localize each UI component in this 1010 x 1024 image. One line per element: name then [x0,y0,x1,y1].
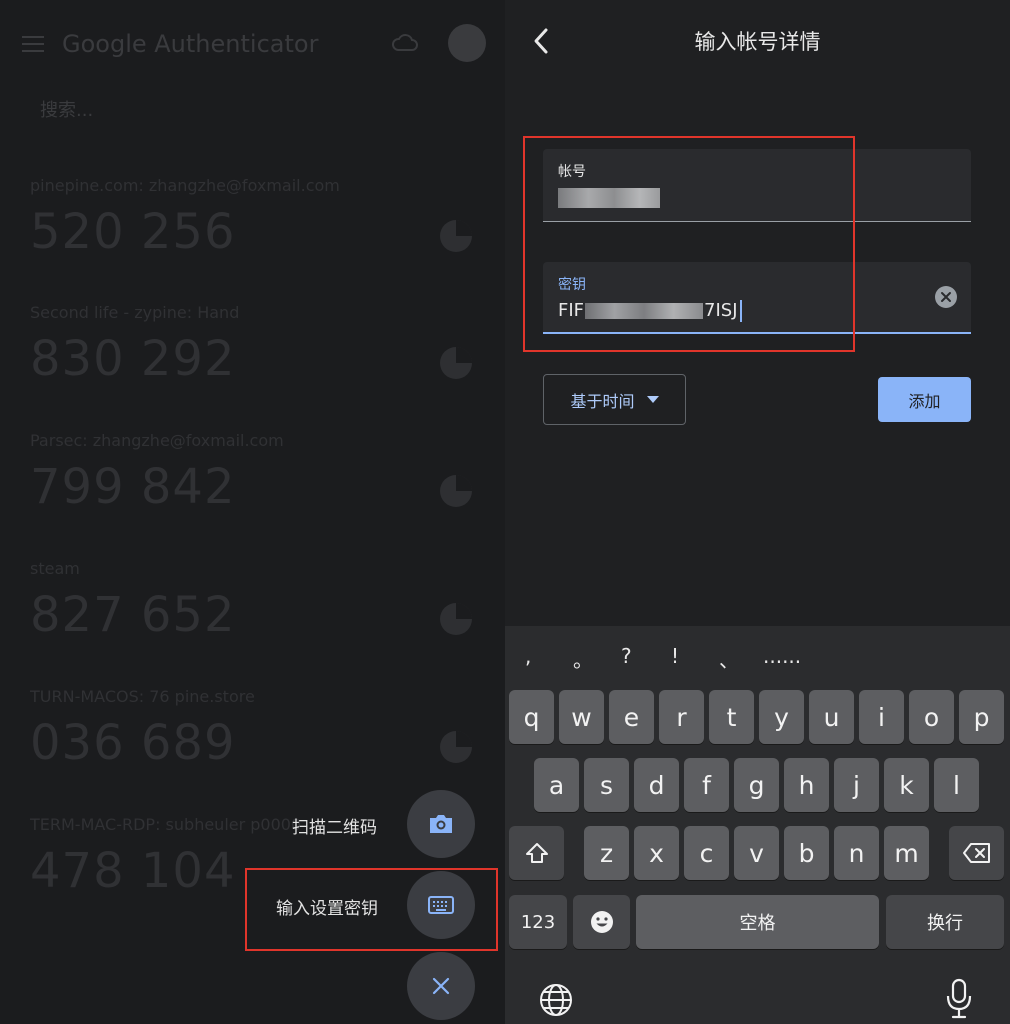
punct-key[interactable]: 、 [719,644,739,673]
key-t[interactable]: t [709,690,754,744]
key-k[interactable]: k [884,758,929,812]
punct-key[interactable]: ? [621,644,632,668]
key-y[interactable]: y [759,690,804,744]
key-g[interactable]: g [734,758,779,812]
backspace-key[interactable] [949,826,1004,880]
account-label: pinepine.com: zhangzhe@foxmail.com [30,176,340,195]
shift-key[interactable] [509,826,564,880]
app-bar: Google Authenticator [22,22,486,66]
timer-icon [440,603,472,635]
account-label: steam [30,559,80,578]
key-r[interactable]: r [659,690,704,744]
app-title: Google Authenticator [62,30,319,58]
key-s[interactable]: s [584,758,629,812]
clear-icon[interactable] [935,286,957,308]
timer-icon [440,347,472,379]
key-f[interactable]: f [684,758,729,812]
otp-code: 799 842 [30,459,236,515]
microphone-icon[interactable] [944,978,974,1020]
key-j[interactable]: j [834,758,879,812]
dropdown-arrow-icon [646,396,659,403]
account-list-panel: Google Authenticator 搜索... pinepine.com:… [0,0,505,1024]
avatar[interactable] [448,24,486,62]
key-type-select[interactable]: 基于时间 [543,374,686,425]
key-l[interactable]: l [934,758,979,812]
punct-key[interactable]: 。 [573,644,593,673]
scan-qr-button[interactable] [407,790,475,858]
key-o[interactable]: o [909,690,954,744]
key-u[interactable]: u [809,690,854,744]
camera-icon [430,815,452,833]
punct-key[interactable]: ...... [763,644,801,668]
close-icon [432,977,450,995]
enter-setup-key-label[interactable]: 输入设置密钥 [276,894,378,919]
page-title: 输入帐号详情 [694,30,821,54]
add-button[interactable]: 添加 [878,377,971,422]
key-b[interactable]: b [784,826,829,880]
account-label: TERM-MAC-RDP: subheuler p0000 [30,815,302,834]
return-key[interactable]: 换行 [886,895,1004,949]
scan-qr-label[interactable]: 扫描二维码 [292,813,377,838]
key-q[interactable]: q [509,690,554,744]
cloud-icon[interactable] [392,34,418,52]
key-h[interactable]: h [784,758,829,812]
account-entry[interactable]: Parsec: zhangzhe@foxmail.com 799 842 [30,431,480,557]
account-label: TURN-MACOS: 76 pine.store [30,687,255,706]
account-entry[interactable]: Second life - zypine: Hand 830 292 [30,303,480,429]
account-entry[interactable]: TURN-MACOS: 76 pine.store 036 689 [30,687,480,813]
timer-icon [440,475,472,507]
otp-code: 478 104 [30,843,236,899]
otp-code: 830 292 [30,331,236,387]
key-a[interactable]: a [534,758,579,812]
account-entry[interactable]: steam 827 652 [30,559,480,685]
key-v[interactable]: v [734,826,779,880]
timer-icon [440,220,472,252]
account-label: Second life - zypine: Hand [30,303,240,322]
search-input[interactable]: 搜索... [40,96,93,122]
backspace-icon [962,843,990,863]
key-n[interactable]: n [834,826,879,880]
timer-icon [440,731,472,763]
key-e[interactable]: e [609,690,654,744]
otp-code: 827 652 [30,587,236,643]
key-p[interactable]: p [959,690,1004,744]
account-label: Parsec: zhangzhe@foxmail.com [30,431,284,450]
globe-icon[interactable] [538,982,574,1018]
emoji-key[interactable] [573,895,630,949]
space-key[interactable]: 空格 [636,895,879,949]
menu-icon[interactable] [22,36,44,52]
keyboard-icon [428,896,454,914]
otp-code: 036 689 [30,715,236,771]
key-z[interactable]: z [584,826,629,880]
shift-icon [525,843,548,863]
otp-code: 520 256 [30,204,236,260]
key-i[interactable]: i [859,690,904,744]
key-w[interactable]: w [559,690,604,744]
punct-key[interactable]: ! [671,644,679,668]
numbers-key[interactable]: 123 [509,895,567,949]
key-type-value: 基于时间 [570,391,635,411]
account-details-form: 输入帐号详情 帐号 密钥 FIF 7ISJ 基于时间 添加 [505,0,1010,626]
keyboard: , 。 ? ! 、 ...... q w e r t y u i o p a s… [505,626,1010,1024]
close-fab-button[interactable] [407,952,475,1020]
key-m[interactable]: m [884,826,929,880]
key-d[interactable]: d [634,758,679,812]
key-x[interactable]: x [634,826,679,880]
punct-key[interactable]: , [525,644,531,668]
highlight-box [523,136,855,352]
account-entry[interactable]: pinepine.com: zhangzhe@foxmail.com 520 2… [30,176,480,302]
enter-setup-key-button[interactable] [407,871,475,939]
emoji-icon [590,911,613,933]
key-c[interactable]: c [684,826,729,880]
